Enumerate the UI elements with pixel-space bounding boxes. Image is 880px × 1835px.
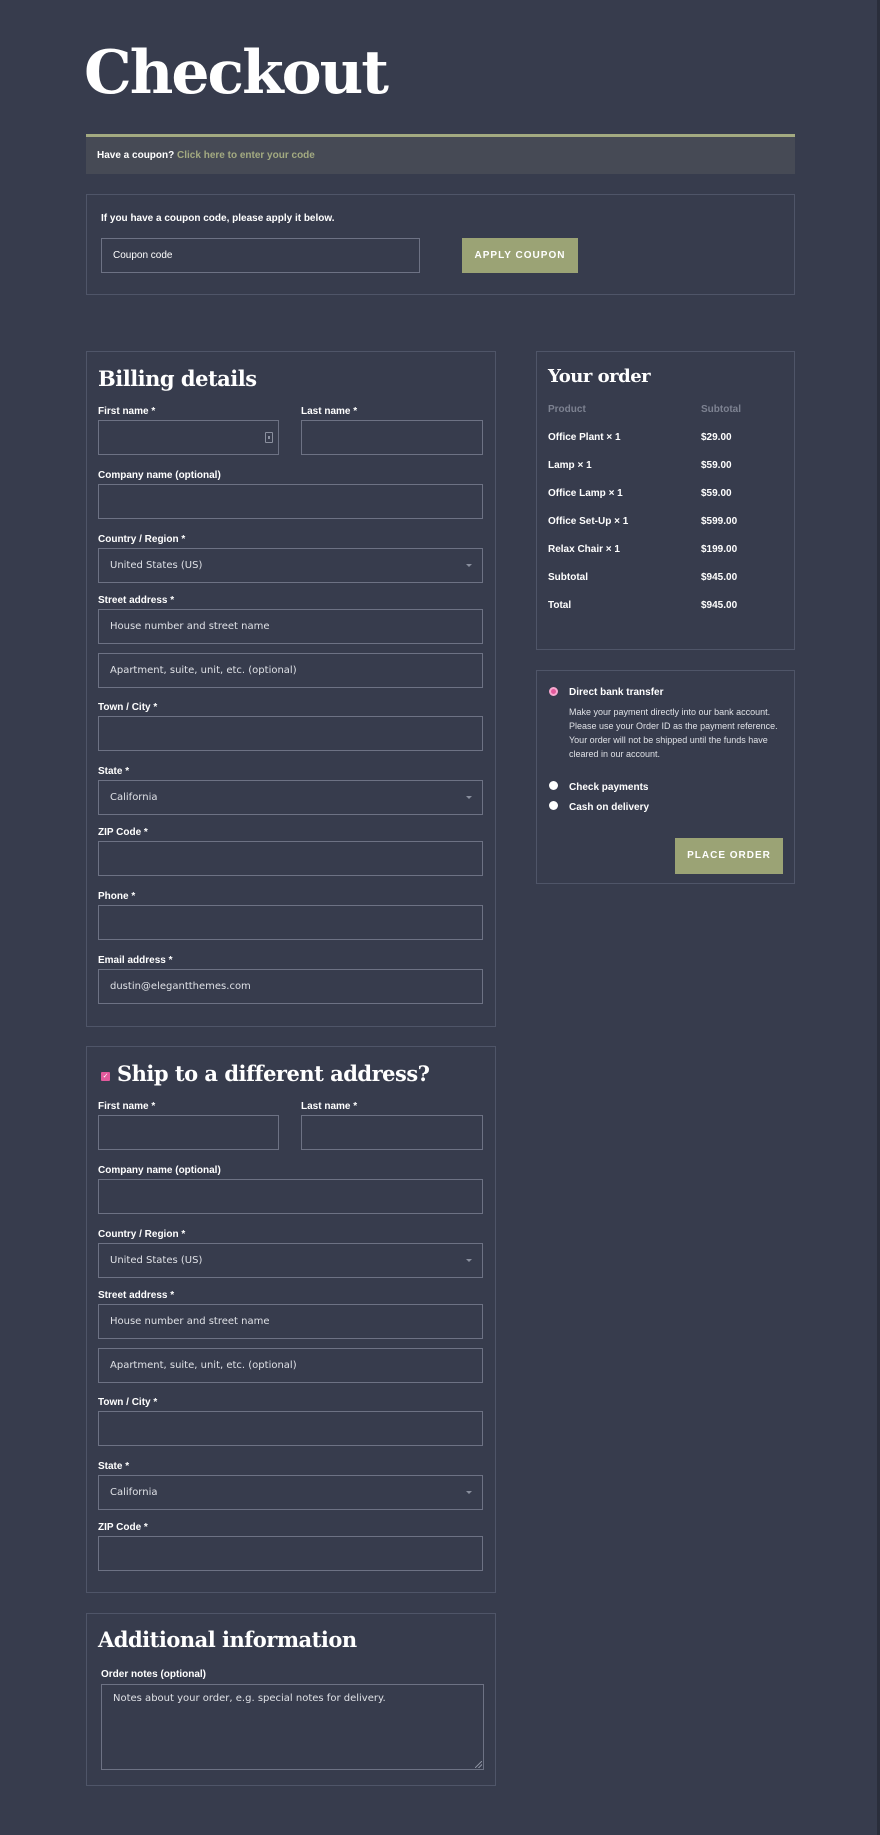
shipping-state-label: State * <box>98 1461 130 1472</box>
billing-country-select[interactable]: United States (US) <box>98 548 483 583</box>
billing-email-input[interactable]: dustin@elegantthemes.com <box>98 969 483 1004</box>
order-col-product: Product <box>548 404 586 415</box>
chevron-down-icon <box>466 796 472 799</box>
order-total-value: $945.00 <box>701 600 738 611</box>
payment-radio-bank-transfer[interactable] <box>549 687 558 696</box>
order-item-name: Office Lamp × 1 <box>548 488 623 499</box>
billing-last-name-input[interactable] <box>301 420 483 455</box>
shipping-last-name-label: Last name * <box>301 1101 358 1112</box>
billing-phone-label: Phone * <box>98 891 136 902</box>
coupon-notice: Have a coupon? Click here to enter your … <box>86 134 795 174</box>
coupon-form: If you have a coupon code, please apply … <box>86 194 795 295</box>
payment-label-cod[interactable]: Cash on delivery <box>569 802 649 813</box>
billing-zip-label: ZIP Code * <box>98 827 148 838</box>
billing-first-name-label: First name * <box>98 406 156 417</box>
ship-different-checkbox[interactable]: ✓ <box>101 1072 110 1081</box>
additional-info-section: Additional information Order notes (opti… <box>86 1613 496 1786</box>
shipping-street2-input[interactable]: Apartment, suite, unit, etc. (optional) <box>98 1348 483 1383</box>
order-col-subtotal: Subtotal <box>701 404 741 415</box>
billing-street-label: Street address * <box>98 595 175 606</box>
shipping-street-input[interactable]: House number and street name <box>98 1304 483 1339</box>
coupon-notice-text: Have a coupon? <box>97 150 175 161</box>
show-coupon-link[interactable]: Click here to enter your code <box>177 150 315 161</box>
bank-transfer-description: Make your payment directly into our bank… <box>569 707 778 759</box>
place-order-button[interactable]: PLACE ORDER <box>675 838 783 874</box>
shipping-last-name-input[interactable] <box>301 1115 483 1150</box>
payment-label-check[interactable]: Check payments <box>569 782 648 793</box>
order-notes-label: Order notes (optional) <box>101 1669 206 1680</box>
billing-zip-input[interactable] <box>98 841 483 876</box>
shipping-city-label: Town / City * <box>98 1397 158 1408</box>
order-notes-placeholder: Notes about your order, e.g. special not… <box>113 1693 386 1704</box>
apply-coupon-button[interactable]: APPLY COUPON <box>462 238 578 273</box>
order-item-price: $29.00 <box>701 432 732 443</box>
payment-radio-check[interactable] <box>549 781 558 790</box>
additional-heading: Additional information <box>98 1627 357 1652</box>
billing-state-select[interactable]: California <box>98 780 483 815</box>
billing-state-label: State * <box>98 766 130 777</box>
order-item-name: Relax Chair × 1 <box>548 544 620 555</box>
chevron-down-icon <box>466 564 472 567</box>
order-notes-textarea[interactable]: Notes about your order, e.g. special not… <box>101 1684 484 1770</box>
order-item-name: Office Plant × 1 <box>548 432 621 443</box>
billing-country-label: Country / Region * <box>98 534 186 545</box>
billing-first-name-input[interactable] <box>98 420 279 455</box>
shipping-country-label: Country / Region * <box>98 1229 186 1240</box>
billing-company-label: Company name (optional) <box>98 470 221 481</box>
order-item-price: $59.00 <box>701 488 732 499</box>
shipping-street-label: Street address * <box>98 1290 175 1301</box>
coupon-code-input[interactable]: Coupon code <box>101 238 420 273</box>
billing-street2-input[interactable]: Apartment, suite, unit, etc. (optional) <box>98 653 483 688</box>
billing-phone-input[interactable] <box>98 905 483 940</box>
shipping-zip-label: ZIP Code * <box>98 1522 148 1533</box>
shipping-company-label: Company name (optional) <box>98 1165 221 1176</box>
shipping-country-select[interactable]: United States (US) <box>98 1243 483 1278</box>
billing-company-input[interactable] <box>98 484 483 519</box>
payment-radio-cod[interactable] <box>549 801 558 810</box>
billing-details-section: Billing details First name * Last name *… <box>86 351 496 1027</box>
order-item-price: $199.00 <box>701 544 738 555</box>
shipping-first-name-label: First name * <box>98 1101 156 1112</box>
payment-section: Direct bank transfer Make your payment d… <box>536 670 795 884</box>
shipping-first-name-input[interactable] <box>98 1115 279 1150</box>
payment-label-bank-transfer[interactable]: Direct bank transfer <box>569 687 663 698</box>
shipping-city-input[interactable] <box>98 1411 483 1446</box>
billing-country-value: United States (US) <box>110 560 203 571</box>
shipping-country-value: United States (US) <box>110 1255 203 1266</box>
autofill-contact-icon[interactable] <box>265 432 273 443</box>
order-subtotal-label: Subtotal <box>548 572 588 583</box>
resize-handle-icon[interactable] <box>475 1761 482 1768</box>
order-item-price: $599.00 <box>701 516 738 527</box>
order-subtotal-value: $945.00 <box>701 572 738 583</box>
billing-heading: Billing details <box>98 366 257 391</box>
order-item-name: Lamp × 1 <box>548 460 592 471</box>
chevron-down-icon <box>466 1259 472 1262</box>
billing-city-input[interactable] <box>98 716 483 751</box>
order-review-section: Your order Product Subtotal Office Plant… <box>536 351 795 650</box>
billing-city-label: Town / City * <box>98 702 158 713</box>
billing-state-value: California <box>110 792 158 803</box>
order-item-name: Office Set-Up × 1 <box>548 516 629 527</box>
shipping-section: ✓ Ship to a different address? First nam… <box>86 1046 496 1593</box>
shipping-state-select[interactable]: California <box>98 1475 483 1510</box>
order-total-label: Total <box>548 600 572 611</box>
coupon-description: If you have a coupon code, please apply … <box>101 213 335 224</box>
shipping-zip-input[interactable] <box>98 1536 483 1571</box>
billing-last-name-label: Last name * <box>301 406 358 417</box>
billing-street-input[interactable]: House number and street name <box>98 609 483 644</box>
page-title: Checkout <box>84 38 389 108</box>
order-item-price: $59.00 <box>701 460 732 471</box>
shipping-heading: Ship to a different address? <box>117 1061 430 1086</box>
chevron-down-icon <box>466 1491 472 1494</box>
shipping-company-input[interactable] <box>98 1179 483 1214</box>
shipping-state-value: California <box>110 1487 158 1498</box>
billing-email-label: Email address * <box>98 955 173 966</box>
order-heading: Your order <box>548 366 651 387</box>
